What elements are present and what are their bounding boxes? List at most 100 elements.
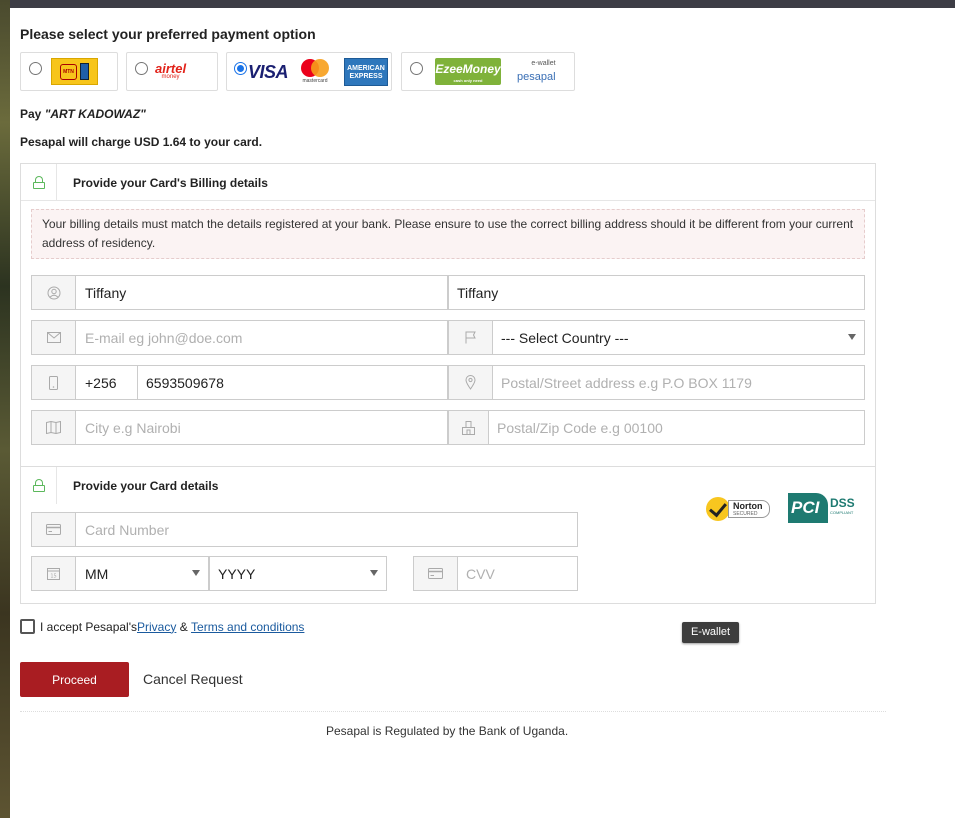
pesapal-logo: e-wallet pesapal [517,60,556,85]
amex-logo: AMERICAN EXPRESS [344,58,388,86]
zip-placeholder: Postal/Zip Code e.g 00100 [497,420,663,436]
terms-link[interactable]: Terms and conditions [191,620,304,634]
billing-section-title: Provide your Card's Billing details [73,176,268,190]
pesapal-label: pesapal [517,71,556,83]
mastercard-logo: mastercard [299,59,331,85]
map-marker-icon-addon [449,366,493,399]
card-number-placeholder: Card Number [85,522,170,538]
mtn-badge-icon: MTN [60,63,77,80]
city-field[interactable]: City e.g Nairobi [31,410,448,445]
cvv-card-icon-addon [414,557,458,590]
building-icon-addon [449,411,489,444]
envelope-icon-addon [32,321,76,354]
radio-ewallet[interactable] [410,62,423,75]
dss-compliant-label: COMPLIANT [830,510,854,515]
credit-card-icon [46,524,61,535]
norton-badge-text: Norton SECURED [728,500,770,518]
flag-icon-addon [449,321,493,354]
payment-option-airtel[interactable]: airtel money [126,52,218,91]
dss-label: DSS [830,496,855,510]
mobile-phone-icon [49,375,58,390]
accept-terms-checkbox[interactable] [20,619,35,634]
calendar-icon: 15 [47,568,60,580]
phone-field[interactable]: +256 6593509678 [31,365,448,400]
top-bar [10,0,955,8]
billing-notice: Your billing details must match the deta… [31,209,865,259]
norton-secured-badge: Norton SECURED [706,495,772,525]
zip-field[interactable]: Postal/Zip Code e.g 00100 [448,410,865,445]
first-name-field[interactable]: Tiffany [31,275,448,310]
accept-amp: & [176,619,192,634]
phone-code: +256 [85,375,117,391]
mtn-card-icon [80,63,89,80]
page-heading: Please select your preferred payment opt… [20,26,316,42]
expiry-year-value: YYYY [218,566,256,582]
pay-merchant: Pay "ART KADOWAZ" [20,107,146,121]
card-section-title: Provide your Card details [73,479,219,493]
pci-dss-badge: PCI DSS COMPLIANT [788,493,868,525]
background-strip [0,0,10,818]
radio-airtel[interactable] [135,62,148,75]
address-placeholder: Postal/Street address e.g P.O BOX 1179 [501,375,752,391]
chevron-down-icon [848,334,856,340]
billing-section-header: Provide your Card's Billing details [21,164,875,201]
ezeemoney-logo-text: EzeeMoney [435,62,501,76]
payment-option-cards[interactable]: VISA mastercard AMERICAN EXPRESS [226,52,392,91]
cvv-field[interactable]: CVV [413,556,578,591]
ezeemoney-logo: EzeeMoney cash only need [435,58,501,85]
norton-sub-label: SECURED [733,511,758,517]
lock-icon [32,479,45,492]
radio-mtn[interactable] [29,62,42,75]
airtel-logo: airtel money [155,61,186,80]
user-icon [47,286,60,299]
mtn-logo: MTN [51,58,98,85]
phone-code-divider [137,366,138,399]
lock-icon [32,176,45,189]
proceed-button[interactable]: Proceed [20,662,129,697]
expiry-month-select[interactable]: 15 MM [31,556,209,591]
privacy-link[interactable]: Privacy [137,620,176,634]
chevron-down-icon [370,570,378,576]
map-icon [46,421,61,434]
pci-label: PCI [788,493,828,523]
cancel-request-link[interactable]: Cancel Request [143,671,243,687]
address-field[interactable]: Postal/Street address e.g P.O BOX 1179 [448,365,865,400]
credit-card-back-icon [428,568,443,579]
cvv-placeholder: CVV [466,566,495,582]
footer-text: Pesapal is Regulated by the Bank of Ugan… [326,724,569,738]
building-icon [462,420,475,435]
billing-lock-box [21,164,57,201]
email-field[interactable]: E-mail eg john@doe.com [31,320,448,355]
card-lock-box [21,467,57,504]
payment-option-ewallet[interactable]: EzeeMoney cash only need e-wallet pesapa… [401,52,575,91]
envelope-icon [46,332,61,343]
country-value: --- Select Country --- [501,330,629,346]
payment-option-mtn[interactable]: MTN [20,52,118,91]
payment-page: Please select your preferred payment opt… [10,8,955,818]
last-name-value: Tiffany [457,285,499,301]
credit-card-icon-addon [32,513,76,546]
ezeemoney-logo-sub: cash only need [453,78,483,83]
chevron-down-icon [192,570,200,576]
first-name-value: Tiffany [85,285,127,301]
card-number-field[interactable]: Card Number [31,512,578,547]
merchant-name: "ART KADOWAZ" [44,107,146,121]
phone-icon-addon [32,366,76,399]
expiry-year-select[interactable]: YYYY [209,556,387,591]
accept-terms-row: I accept Pesapal's Privacy & Terms and c… [20,619,304,634]
norton-label: Norton [733,501,763,511]
mastercard-logo-text: mastercard [302,78,328,84]
user-icon-addon [32,276,76,309]
card-form-panel: Provide your Card's Billing details Your… [20,163,876,604]
map-icon-addon [32,411,76,444]
visa-logo: VISA [248,62,289,82]
radio-cards[interactable] [234,62,247,75]
expiry-month-value: MM [85,566,109,582]
pay-label: Pay [20,107,45,121]
svg-text:15: 15 [50,574,56,580]
charge-text: Pesapal will charge USD 1.64 to your car… [20,135,263,149]
country-select[interactable]: --- Select Country --- [448,320,865,355]
accept-terms-label: I accept Pesapal's [40,619,138,634]
map-marker-icon [465,375,476,390]
last-name-field[interactable]: Tiffany [448,275,865,310]
